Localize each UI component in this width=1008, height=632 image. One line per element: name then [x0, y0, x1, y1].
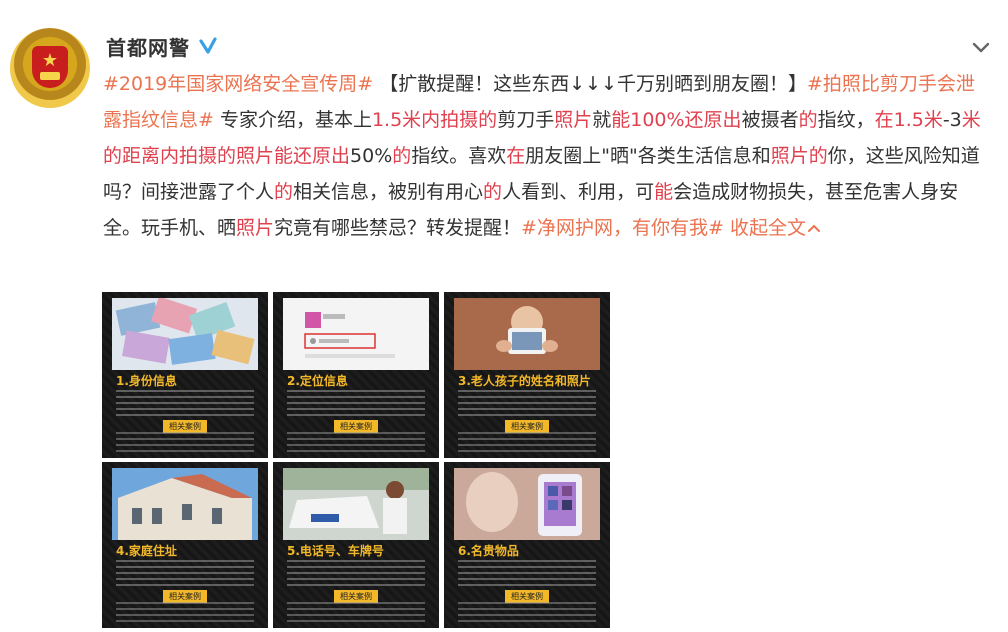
post-text-segment: -3	[942, 109, 962, 131]
highlighted-text: 的	[392, 145, 412, 167]
image-title: 6.名贵物品	[458, 544, 519, 558]
post-text-segment: 究竟有哪些禁忌？转发提醒！	[274, 217, 522, 239]
post-text-segment: 50%	[350, 145, 393, 167]
chevron-down-icon[interactable]	[970, 38, 992, 56]
highlighted-text: 的	[483, 181, 503, 203]
hashtag-link[interactable]: #2019年国家网络安全宣传周#	[103, 73, 373, 95]
post-text-segment: 朋友圈上"晒"各类生活信息和	[525, 145, 771, 167]
post-header: 首都网警	[106, 32, 218, 61]
id-cards-photo	[112, 298, 258, 370]
post-text: #2019年国家网络安全宣传周# 【扩散提醒！这些东西↓↓↓千万别晒到朋友圈！】…	[103, 66, 993, 246]
phone-photo	[454, 468, 600, 540]
image-thumbnail[interactable]: 2.定位信息 相关案例	[273, 292, 439, 458]
image-title: 2.定位信息	[287, 374, 348, 388]
gate-icon	[40, 72, 60, 80]
highlighted-text: 能100%还原出	[611, 109, 742, 131]
collapse-label: 收起全文	[729, 217, 806, 239]
house-photo	[112, 468, 258, 540]
avatar[interactable]: ★	[10, 28, 90, 108]
highlighted-text: 1.5米内拍摄的	[371, 109, 498, 131]
image-thumbnail[interactable]: 6.名贵物品 相关案例	[444, 462, 610, 628]
image-title: 3.老人孩子的姓名和照片	[458, 374, 591, 388]
hashtag-link[interactable]: #净网护网，有你有我#	[521, 217, 724, 239]
image-thumbnail[interactable]: 4.家庭住址 相关案例	[102, 462, 268, 628]
image-title: 1.身份信息	[116, 374, 177, 388]
highlighted-text: 在1.5米	[874, 109, 943, 131]
image-grid: 1.身份信息 相关案例 2.定位信息 相关案例 3.老人孩子的姓名和照片 相关案…	[102, 292, 610, 628]
highlighted-text: 的	[274, 181, 294, 203]
image-title: 5.电话号、车牌号	[287, 544, 384, 558]
child-photo	[454, 298, 600, 370]
image-title: 4.家庭住址	[116, 544, 177, 558]
image-thumbnail[interactable]: 1.身份信息 相关案例	[102, 292, 268, 458]
account-name[interactable]: 首都网警	[106, 32, 190, 61]
post-text-segment: 指纹，	[817, 109, 875, 131]
post-text-segment: 人看到、利用，可	[502, 181, 655, 203]
post-text-segment: 就	[592, 109, 612, 131]
collapse-link[interactable]: 收起全文	[724, 217, 822, 239]
post-text-segment: 【扩散提醒！这些东西↓↓↓千万别晒到朋友圈！】	[373, 73, 808, 95]
post-text-segment: 指纹。喜欢	[411, 145, 507, 167]
verified-badge-icon	[199, 37, 217, 54]
highlighted-text: 照片的	[770, 145, 828, 167]
image-thumbnail[interactable]: 5.电话号、车牌号 相关案例	[273, 462, 439, 628]
image-thumbnail[interactable]: 3.老人孩子的姓名和照片 相关案例	[444, 292, 610, 458]
star-icon: ★	[41, 50, 59, 71]
post-text-segment: 被摄者	[741, 109, 799, 131]
car-photo	[283, 468, 429, 540]
chevron-up-icon	[807, 224, 820, 232]
highlighted-text: 照片	[554, 109, 593, 131]
post-text-segment: 剪刀手	[497, 109, 555, 131]
location-screenshot	[283, 298, 429, 370]
highlighted-text: 在	[506, 145, 526, 167]
post-text-segment: 专家介绍，基本上	[213, 109, 372, 131]
highlighted-text: 照片	[236, 217, 275, 239]
highlighted-text: 能	[654, 181, 674, 203]
highlighted-text: 的	[798, 109, 818, 131]
post-text-segment: 相关信息，被别有用心	[293, 181, 484, 203]
